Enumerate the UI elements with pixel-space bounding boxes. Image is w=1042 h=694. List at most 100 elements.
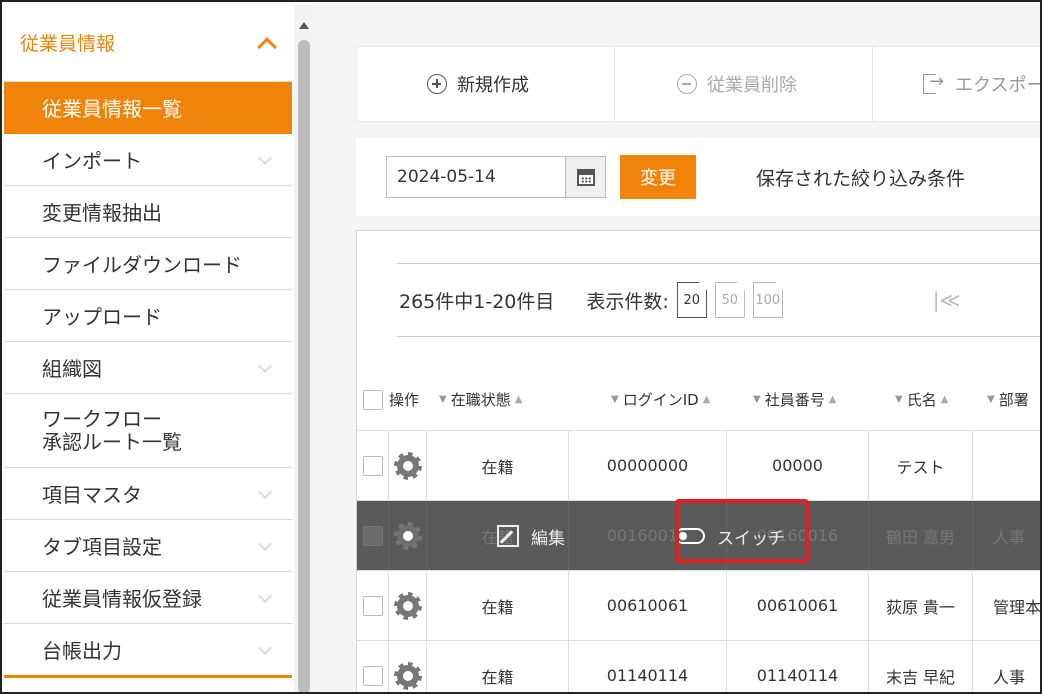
- sidebar-item-label: アップロード: [42, 305, 162, 329]
- col-emp-no-label: 社員番号: [764, 391, 825, 409]
- calendar-button[interactable]: [566, 156, 606, 198]
- filter-down-icon: ▼: [611, 394, 619, 405]
- col-name[interactable]: ▼ 氏名 ▲: [869, 389, 973, 410]
- sidebar-item-item-master[interactable]: 項目マスタ: [4, 468, 292, 520]
- filter-down-icon: ▼: [439, 394, 447, 405]
- cell-dept: 人事: [993, 527, 1026, 547]
- page-size-50[interactable]: 50: [714, 282, 745, 318]
- sidebar-scrollbar[interactable]: [294, 4, 314, 692]
- chevron-down-icon: [258, 539, 272, 553]
- col-login-id[interactable]: ▼ ログインID ▲: [569, 389, 727, 410]
- row-select-cell: [357, 431, 389, 500]
- col-status[interactable]: ▼ 在職状態 ▲: [429, 389, 569, 410]
- sidebar-item-employee-list[interactable]: 従業員情報一覧: [4, 82, 292, 134]
- row-checkbox[interactable]: [362, 525, 383, 546]
- sidebar-item-ledger-output[interactable]: 台帳出力: [4, 624, 292, 676]
- per-page-label: 表示件数:: [586, 290, 669, 313]
- col-name-label: 氏名: [906, 391, 937, 409]
- sidebar-item-label: 従業員情報一覧: [42, 97, 182, 121]
- table-header: 操作 ▼ 在職状態 ▲ ▼ ログインID ▲ ▼ 社員番号 ▲ ▼ 氏名 ▲ ▼…: [357, 369, 1040, 431]
- apply-date-button[interactable]: 変更: [620, 155, 696, 199]
- filter-down-icon: ▼: [753, 394, 761, 405]
- cell-emp-no: 00610061: [727, 571, 869, 640]
- minus-circle-icon: [677, 74, 697, 94]
- select-all-cell: [357, 389, 389, 410]
- sidebar-item-temp-registration[interactable]: 従業員情報仮登録: [4, 572, 292, 624]
- sort-up-icon: ▲: [940, 394, 949, 405]
- cell-emp-no: 01140114: [727, 641, 869, 692]
- sidebar-item-workflow-routes[interactable]: ワークフロー 承認ルート一覧: [4, 394, 292, 468]
- scrollbar-thumb[interactable]: [298, 40, 310, 692]
- export-icon: [923, 71, 945, 94]
- gear-icon[interactable]: [396, 594, 419, 617]
- col-status-label: 在職状態: [450, 391, 511, 409]
- chevron-up-icon: [258, 35, 274, 51]
- action-toolbar: 新規作成 従業員削除 エクスポー: [356, 46, 1042, 122]
- edit-button[interactable]: 編集: [497, 524, 565, 549]
- chevron-down-icon: [258, 643, 272, 657]
- gear-icon[interactable]: [396, 524, 419, 547]
- sidebar-item-label: タブ項目設定: [42, 535, 162, 559]
- sidebar-item-upload[interactable]: アップロード: [4, 290, 292, 342]
- col-emp-no[interactable]: ▼ 社員番号 ▲: [727, 389, 869, 410]
- new-employee-button[interactable]: 新規作成: [357, 46, 615, 122]
- gear-icon[interactable]: [396, 454, 419, 477]
- sidebar-item-import[interactable]: インポート: [4, 134, 292, 186]
- sidebar: 従業員情報 従業員情報一覧 インポート 変更情報抽出 ファイルダウンロード アッ…: [4, 4, 292, 692]
- select-all-checkbox[interactable]: [363, 389, 383, 410]
- sort-up-icon: ▲: [828, 394, 837, 405]
- gear-icon[interactable]: [396, 664, 419, 687]
- table-row[interactable]: 在籍 01140114 01140114 末吉 早紀 人事: [357, 641, 1040, 692]
- row-checkbox[interactable]: [362, 595, 383, 616]
- sidebar-section-title: 従業員情報: [20, 33, 116, 55]
- edit-icon: [497, 525, 519, 547]
- chevron-down-icon: [258, 361, 272, 375]
- row-checkbox[interactable]: [362, 665, 383, 686]
- sort-up-icon: ▲: [514, 394, 523, 405]
- cell-dept: 管理本: [993, 597, 1042, 617]
- sidebar-item-label: 変更情報抽出: [42, 201, 162, 225]
- cell-login-id: 00610061: [569, 571, 727, 640]
- filter-down-icon: ▼: [895, 394, 903, 405]
- delete-employee-label: 従業員削除: [707, 75, 797, 96]
- cell-login-id: 01140114: [569, 641, 727, 692]
- export-button[interactable]: エクスポー: [873, 46, 1042, 122]
- sidebar-item-label: 項目マスタ: [42, 483, 142, 507]
- scroll-up-arrow-icon[interactable]: [299, 22, 309, 29]
- sidebar-item-org-chart[interactable]: 組織図: [4, 342, 292, 394]
- filter-bar: 変更 保存された絞り込み条件: [356, 138, 1040, 216]
- sidebar-item-tab-settings[interactable]: タブ項目設定: [4, 520, 292, 572]
- chevron-down-icon: [258, 591, 272, 605]
- col-op-label: 操作: [389, 391, 420, 409]
- row-select-cell: [357, 501, 389, 570]
- cell-dept: [973, 431, 1040, 500]
- row-op-cell: [389, 431, 427, 500]
- delete-employee-button[interactable]: 従業員削除: [615, 46, 873, 122]
- sort-up-icon: ▲: [702, 394, 711, 405]
- col-dept-label: 部署: [998, 391, 1029, 409]
- edit-label: 編集: [531, 528, 565, 549]
- sidebar-section-header[interactable]: 従業員情報: [4, 4, 292, 82]
- row-select-cell: [357, 641, 389, 692]
- first-page-icon[interactable]: |≪: [933, 288, 961, 312]
- row-checkbox[interactable]: [362, 455, 383, 476]
- export-label: エクスポー: [955, 75, 1042, 96]
- page-size-20[interactable]: 20: [676, 282, 707, 318]
- employee-list-panel: 265件中1-20件目 表示件数: 20 50 100 |≪ 操作 ▼ 在職状態…: [356, 230, 1042, 692]
- sidebar-item-file-download[interactable]: ファイルダウンロード: [4, 238, 292, 290]
- page-size-100[interactable]: 100: [752, 282, 783, 318]
- row-op-cell: [389, 501, 427, 570]
- saved-filters-link[interactable]: 保存された絞り込み条件: [756, 164, 965, 191]
- cell-emp-no: 00000: [727, 431, 869, 500]
- col-dept[interactable]: ▼ 部署: [973, 389, 1040, 410]
- date-input[interactable]: [386, 156, 566, 198]
- cell-status: 在籍: [427, 431, 569, 500]
- sidebar-item-change-extract[interactable]: 変更情報抽出: [4, 186, 292, 238]
- table-row[interactable]: 在籍 00000000 00000 テスト: [357, 431, 1040, 501]
- cell-name: 末吉 早紀: [869, 641, 973, 692]
- cell-login-id: 00000000: [569, 431, 727, 500]
- cell-status: 在籍: [427, 641, 569, 692]
- row-select-cell: [357, 571, 389, 640]
- table-row[interactable]: 在籍 00610061 00610061 荻原 貴一 管理本: [357, 571, 1042, 641]
- col-login-id-label: ログインID: [622, 391, 699, 409]
